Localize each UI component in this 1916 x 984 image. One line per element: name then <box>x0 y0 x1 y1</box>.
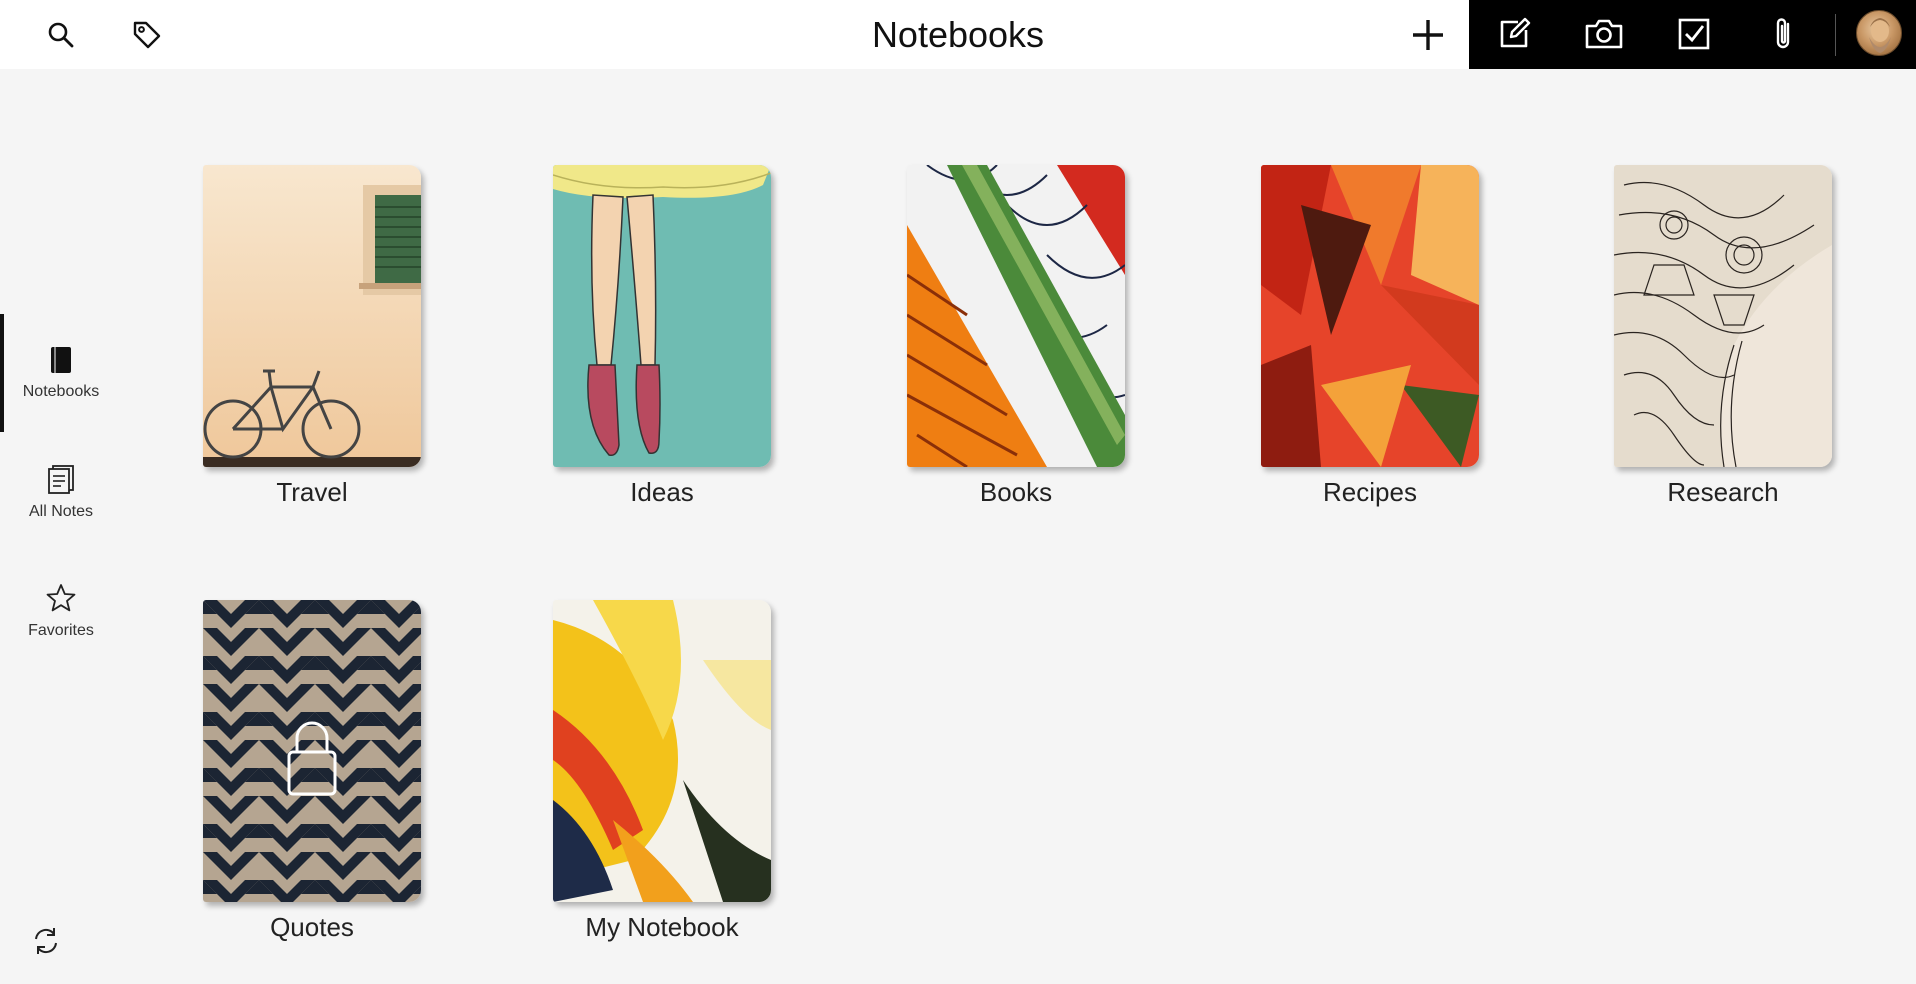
sidebar-item-all-notes[interactable]: All Notes <box>0 433 122 551</box>
notebook-title: My Notebook <box>585 912 739 942</box>
new-note-icon <box>1500 17 1531 48</box>
camera-icon <box>1585 19 1623 49</box>
notebook-cover <box>1261 165 1479 467</box>
notebook-card-recipes[interactable]: Recipes <box>1261 165 1481 508</box>
toolbar-divider <box>1835 14 1836 56</box>
notebook-icon <box>51 347 71 373</box>
notebook-title: Ideas <box>630 477 694 507</box>
sync-icon <box>35 928 57 954</box>
notebook-title: Travel <box>276 477 348 507</box>
sidebar: Notebooks All Notes Favorites <box>0 69 122 984</box>
notebook-card-ideas[interactable]: Ideas <box>553 165 773 508</box>
sidebar-item-label: All Notes <box>28 503 94 520</box>
tag-icon[interactable] <box>124 12 170 58</box>
new-note-button[interactable] <box>1491 11 1537 57</box>
notebook-title: Books <box>979 477 1053 507</box>
camera-button[interactable] <box>1581 11 1627 57</box>
notebook-card-travel[interactable]: Travel <box>203 165 423 508</box>
top-bar: Notebooks <box>0 0 1916 69</box>
notebook-title: Research <box>1667 477 1779 507</box>
notes-stack-icon <box>48 465 74 494</box>
add-notebook-button[interactable] <box>1404 11 1452 59</box>
notebook-cover <box>553 165 771 467</box>
notebook-title: Recipes <box>1323 477 1417 507</box>
notebook-cover <box>907 165 1125 467</box>
sidebar-item-label: Favorites <box>28 622 94 639</box>
notebook-cover <box>553 600 771 902</box>
sidebar-item-label: Notebooks <box>22 383 100 400</box>
attachment-icon <box>1776 18 1790 49</box>
quick-actions-bar <box>1469 0 1916 69</box>
attachment-button[interactable] <box>1761 11 1807 57</box>
notebook-card-books[interactable]: Books <box>907 165 1127 508</box>
star-icon <box>46 584 76 612</box>
notebook-cover <box>203 600 421 902</box>
notebook-cover <box>1614 165 1832 467</box>
search-icon[interactable] <box>38 12 84 58</box>
notebook-card-quotes[interactable]: Quotes <box>203 600 423 943</box>
top-left-tools <box>38 12 170 58</box>
notebook-card-research[interactable]: Research <box>1614 165 1834 508</box>
plus-icon <box>1413 20 1443 50</box>
notebook-cover <box>203 165 421 467</box>
notebook-title: Quotes <box>270 912 354 942</box>
avatar[interactable] <box>1856 10 1902 56</box>
sidebar-item-notebooks[interactable]: Notebooks <box>0 314 122 432</box>
checklist-icon <box>1678 18 1710 50</box>
sidebar-item-favorites[interactable]: Favorites <box>0 552 122 670</box>
sync-button[interactable] <box>26 921 66 961</box>
notebook-card-my-notebook[interactable]: My Notebook <box>553 600 773 943</box>
checklist-button[interactable] <box>1671 11 1717 57</box>
